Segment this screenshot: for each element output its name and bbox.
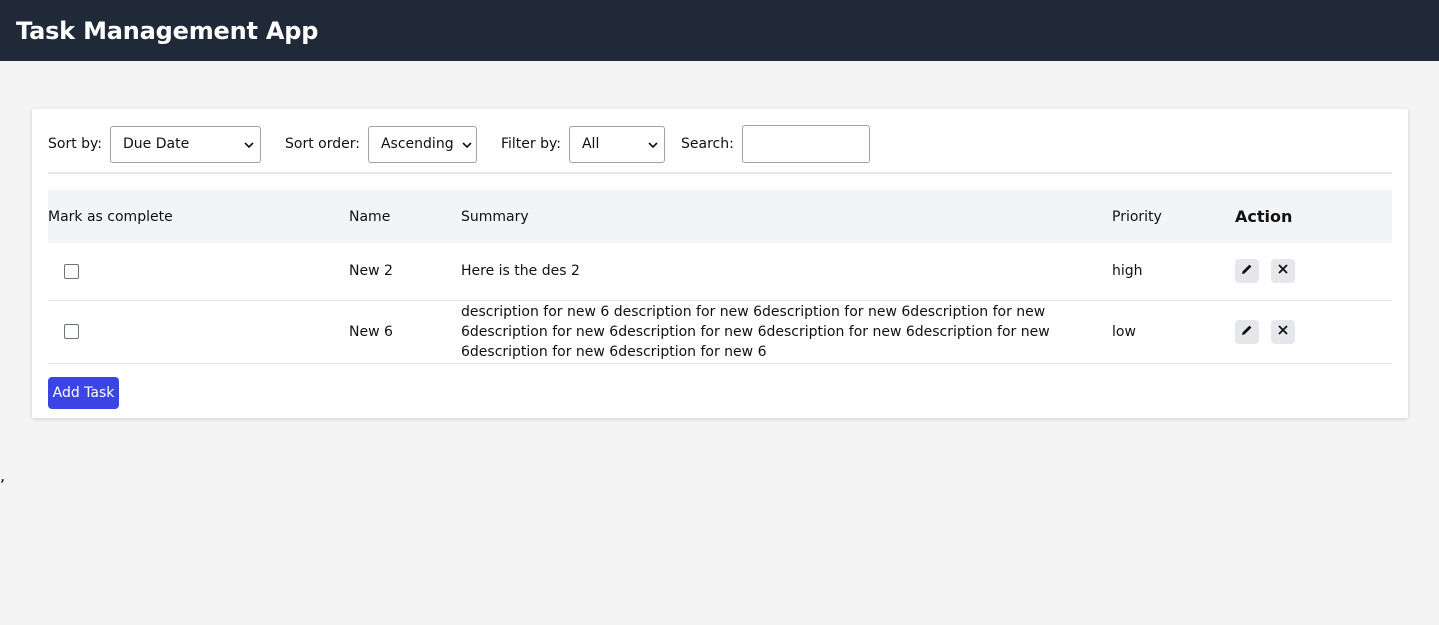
divider [48, 172, 1392, 174]
task-panel: Sort by: Due Date Sort order: Ascending … [32, 109, 1408, 418]
filter-select[interactable]: All [568, 125, 665, 163]
header-action: Action [1235, 207, 1293, 226]
task-priority: high [1112, 263, 1143, 280]
task-priority: low [1112, 323, 1136, 340]
task-summary: description for new 6 description for ne… [461, 303, 1050, 360]
app-header: Task Management App [0, 0, 1439, 61]
header-name: Name [349, 208, 391, 225]
task-name: New 2 [349, 263, 393, 280]
table-row: New 6 description for new 6 description … [48, 300, 1392, 363]
filter-label: Filter by: [500, 136, 561, 152]
task-actions [1235, 300, 1392, 363]
add-task-button[interactable]: Add Task [48, 376, 119, 409]
search-input[interactable] [741, 125, 870, 163]
delete-button[interactable] [1271, 319, 1296, 344]
chevron-down-icon [648, 137, 658, 151]
sort-order-select[interactable]: Ascending [367, 125, 477, 163]
toolbar: Sort by: Due Date Sort order: Ascending … [48, 125, 1392, 163]
header-summary: Summary [461, 208, 529, 225]
chevron-down-icon [244, 137, 254, 151]
app-title: Task Management App [16, 16, 319, 45]
close-icon [1277, 324, 1289, 340]
stray-text: , [0, 466, 6, 485]
task-summary: Here is the des 2 [461, 263, 580, 280]
table-header-row: Mark as complete Name Summary Priority A… [48, 190, 1392, 243]
task-table: Mark as complete Name Summary Priority A… [48, 190, 1392, 364]
delete-button[interactable] [1271, 259, 1296, 284]
sort-by-value: Due Date [123, 136, 190, 152]
task-actions [1235, 243, 1392, 300]
complete-checkbox[interactable] [64, 263, 79, 279]
close-icon [1277, 263, 1289, 279]
sort-order-value: Ascending [380, 136, 454, 152]
sort-order-label: Sort order: [285, 136, 360, 152]
filter-value: All [581, 136, 600, 152]
pencil-icon [1241, 263, 1253, 279]
search-label: Search: [680, 136, 734, 152]
sort-by-label: Sort by: [48, 136, 103, 152]
edit-button[interactable] [1235, 259, 1259, 284]
pencil-icon [1241, 324, 1253, 340]
table-row: New 2 Here is the des 2 high [48, 243, 1392, 300]
complete-checkbox[interactable] [64, 324, 79, 339]
header-priority: Priority [1112, 208, 1162, 225]
header-mark-complete: Mark as complete [48, 208, 173, 225]
chevron-down-icon [462, 137, 472, 151]
task-name: New 6 [349, 323, 393, 340]
sort-by-select[interactable]: Due Date [110, 125, 262, 163]
edit-button[interactable] [1235, 319, 1259, 344]
